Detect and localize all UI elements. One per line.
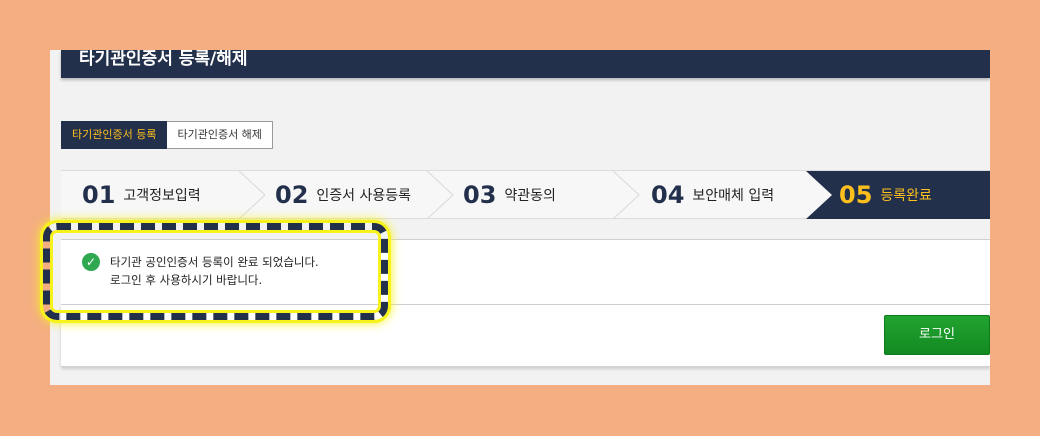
- tab-bar: 타기관인증서 등록 타기관인증서 해제: [61, 121, 273, 149]
- step-number: 05: [839, 181, 873, 209]
- page-title: 타기관인증서 등록/해제: [61, 50, 990, 78]
- message-line-2: 로그인 후 사용하시기 바랍니다.: [110, 273, 263, 287]
- check-icon: ✓: [82, 253, 100, 271]
- step-label: 등록완료: [880, 188, 932, 204]
- step-number: 01: [82, 181, 116, 209]
- step-2: 02 인증서 사용등록: [275, 171, 411, 219]
- step-separator: [239, 171, 266, 219]
- step-1: 01 고객정보입력: [82, 171, 201, 219]
- login-button[interactable]: 로그인: [884, 315, 990, 355]
- step-label: 고객정보입력: [123, 188, 201, 204]
- action-area: 로그인: [61, 305, 990, 367]
- step-number: 02: [275, 181, 309, 209]
- step-indicator: 01 고객정보입력 02 인증서 사용등록 03 약관동의 04 보안매체 입력…: [61, 170, 990, 219]
- step-label: 인증서 사용등록: [316, 188, 412, 204]
- step-5: 05 등록완료: [839, 171, 932, 219]
- screenshot-area: 타기관인증서 등록/해제 타기관인증서 등록 타기관인증서 해제 01 고객정보…: [50, 50, 990, 385]
- message-line-1: 타기관 공인인증서 등록이 완료 되었습니다.: [110, 255, 319, 269]
- step-number: 04: [651, 181, 685, 209]
- completion-message: ✓ 타기관 공인인증서 등록이 완료 되었습니다. 로그인 후 사용하시기 바랍…: [82, 253, 319, 289]
- step-separator: [613, 171, 640, 219]
- step-separator: [427, 171, 454, 219]
- tab-register[interactable]: 타기관인증서 등록: [61, 121, 168, 149]
- step-4: 04 보안매체 입력: [651, 171, 774, 219]
- step-3: 03 약관동의: [463, 171, 556, 219]
- step-number: 03: [463, 181, 497, 209]
- tab-unregister[interactable]: 타기관인증서 해제: [167, 121, 273, 149]
- step-label: 보안매체 입력: [692, 188, 775, 204]
- step-label: 약관동의: [504, 188, 556, 204]
- completion-message-box: ✓ 타기관 공인인증서 등록이 완료 되었습니다. 로그인 후 사용하시기 바랍…: [61, 239, 990, 305]
